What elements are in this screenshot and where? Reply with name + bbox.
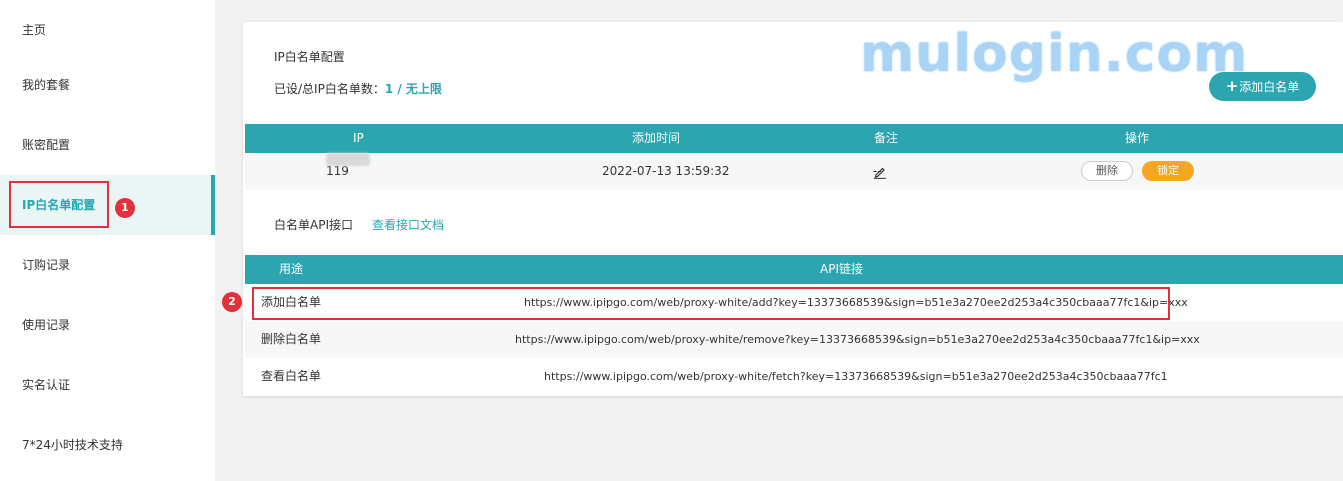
table-row: 119 2022-07-13 13:59:32 -- 删除 锁定 — [245, 153, 1343, 190]
lock-button[interactable]: 锁定 — [1142, 161, 1194, 181]
sidebar: 主页 我的套餐 账密配置 IP白名单配置 订购记录 使用记录 实名认证 7*24… — [0, 0, 215, 481]
count-value: 1 / 无上限 — [384, 82, 442, 96]
sidebar-item-support[interactable]: 7*24小时技术支持 — [0, 415, 215, 475]
sidebar-item-account-config[interactable]: 账密配置 — [0, 115, 215, 175]
table-row: 删除白名单 https://www.ipipgo.com/web/proxy-w… — [245, 321, 1343, 358]
watermark: mulogin.com — [858, 23, 1249, 86]
api-table-header: 用途 API链接 — [245, 255, 1343, 284]
col-actions: 操作 — [1125, 131, 1150, 145]
annotation-box-sidebar — [9, 181, 109, 228]
plus-icon: + — [1225, 77, 1239, 95]
api-url-cell[interactable]: https://www.ipipgo.com/web/proxy-white/f… — [544, 358, 1168, 395]
annotation-badge-1: 1 — [115, 198, 135, 218]
col-added-time: 添加时间 — [632, 131, 681, 145]
purpose-cell: 查看白名单 — [261, 369, 322, 383]
whitelist-count: 已设/总IP白名单数：1 / 无上限 — [274, 80, 442, 97]
col-note: 备注 — [874, 131, 899, 145]
note-value: -- — [873, 164, 882, 178]
table-row: 查看白名单 https://www.ipipgo.com/web/proxy-w… — [245, 358, 1343, 395]
count-label: 已设/总IP白名单数： — [274, 82, 385, 96]
delete-button[interactable]: 删除 — [1081, 161, 1133, 181]
annotation-badge-2: 2 — [222, 292, 242, 312]
api-section-label: 白名单API接口 — [274, 218, 353, 232]
ip-masked — [326, 153, 370, 166]
sidebar-item-my-package[interactable]: 我的套餐 — [0, 55, 215, 115]
sidebar-item-home[interactable]: 主页 — [0, 0, 215, 60]
sidebar-item-usage[interactable]: 使用记录 — [0, 295, 215, 355]
added-time-cell: 2022-07-13 13:59:32 — [602, 164, 730, 178]
purpose-cell: 删除白名单 — [261, 332, 322, 346]
col-ip: IP — [353, 131, 364, 145]
sidebar-item-orders[interactable]: 订购记录 — [0, 235, 215, 295]
col-api-link: API链接 — [820, 262, 863, 276]
add-whitelist-label: 添加白名单 — [1239, 80, 1300, 94]
sidebar-item-verification[interactable]: 实名认证 — [0, 355, 215, 415]
api-url-cell[interactable]: https://www.ipipgo.com/web/proxy-white/r… — [515, 321, 1200, 358]
view-api-docs-link[interactable]: 查看接口文档 — [372, 216, 444, 233]
page-title: IP白名单配置 — [274, 50, 345, 64]
note-cell: -- — [873, 153, 887, 190]
add-whitelist-button[interactable]: +添加白名单 — [1209, 72, 1316, 101]
annotation-box-api-row — [252, 287, 1170, 320]
whitelist-table-header: IP 添加时间 备注 操作 — [245, 124, 1343, 153]
col-purpose: 用途 — [279, 262, 304, 276]
